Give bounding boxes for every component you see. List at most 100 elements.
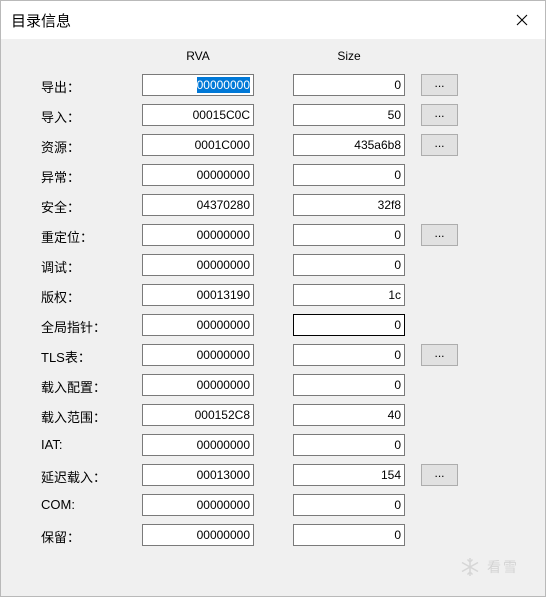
details-button[interactable]: ... — [421, 74, 458, 96]
details-button[interactable]: ... — [421, 344, 458, 366]
directory-row: 版权： 00013190 1c — [1, 284, 546, 306]
rva-field[interactable]: 00000000 — [142, 434, 254, 456]
directory-row: 安全： 04370280 32f8 — [1, 194, 546, 216]
size-field[interactable]: 0 — [293, 164, 405, 186]
directory-row-label: 版权： — [41, 290, 81, 305]
directory-row: 保留： 00000000 0 — [1, 524, 546, 546]
directory-row: 资源： 0001C000 435a6b8... — [1, 134, 546, 156]
rva-value: 04370280 — [196, 198, 250, 212]
rva-field[interactable]: 00013190 — [142, 284, 254, 306]
rva-value: 00000000 — [196, 168, 250, 182]
size-value: 435a6b8 — [354, 138, 401, 152]
directory-row: COM: 00000000 0 — [1, 494, 546, 516]
rva-value: 00000000 — [196, 258, 250, 272]
size-field[interactable]: 0 — [293, 74, 405, 96]
rva-field[interactable]: 00000000 — [142, 164, 254, 186]
size-field[interactable]: 435a6b8 — [293, 134, 405, 156]
rva-value: 00000000 — [196, 348, 250, 362]
size-field[interactable]: 0 — [293, 254, 405, 276]
rva-field[interactable]: 00000000 — [142, 314, 254, 336]
size-value: 0 — [394, 378, 401, 392]
directory-row-label: 资源： — [41, 140, 81, 155]
details-button[interactable]: ... — [421, 464, 458, 486]
size-field[interactable]: 0 — [293, 494, 405, 516]
size-value: 0 — [394, 348, 401, 362]
column-header-rva: RVA — [186, 49, 210, 63]
rva-field[interactable]: 00000000 — [142, 374, 254, 396]
size-value: 0 — [394, 228, 401, 242]
directory-row-label: 异常： — [41, 170, 81, 185]
directory-row-label: COM: — [41, 497, 75, 512]
size-value: 0 — [394, 528, 401, 542]
directory-row-label: 调试： — [41, 260, 81, 275]
rva-value: 00000000 — [196, 528, 250, 542]
rva-value: 00000000 — [196, 77, 250, 93]
rva-field[interactable]: 00015C0C — [142, 104, 254, 126]
directory-row: 重定位： 00000000 0... — [1, 224, 546, 246]
rva-value: 00000000 — [196, 378, 250, 392]
size-field[interactable]: 0 — [293, 224, 405, 246]
size-field[interactable]: 32f8 — [293, 194, 405, 216]
rva-value: 00000000 — [196, 438, 250, 452]
directory-row-label: 导入： — [41, 110, 81, 125]
size-field[interactable]: 0 — [293, 434, 405, 456]
title-bar: 目录信息 — [1, 1, 545, 39]
rva-field[interactable]: 00000000 — [142, 224, 254, 246]
directory-row: 全局指针： 00000000 0 — [1, 314, 546, 336]
size-value: 0 — [394, 168, 401, 182]
directory-row: 调试： 00000000 0 — [1, 254, 546, 276]
size-value: 50 — [387, 108, 401, 122]
close-button[interactable] — [499, 1, 545, 39]
directory-row: 载入范围： 000152C8 40 — [1, 404, 546, 426]
rva-field[interactable]: 00013000 — [142, 464, 254, 486]
details-button[interactable]: ... — [421, 224, 458, 246]
directory-row-label: 重定位： — [41, 230, 94, 245]
rva-field[interactable]: 04370280 — [142, 194, 254, 216]
rva-field[interactable]: 00000000 — [142, 254, 254, 276]
rva-value: 00000000 — [196, 318, 250, 332]
size-value: 0 — [394, 258, 401, 272]
watermark-text: 看雪 — [487, 559, 519, 575]
rva-value: 00000000 — [196, 498, 250, 512]
rva-field[interactable]: 00000000 — [142, 74, 254, 96]
rva-value: 00013190 — [196, 288, 250, 302]
directory-row-label: 载入配置： — [41, 380, 107, 395]
rva-field[interactable]: 00000000 — [142, 494, 254, 516]
details-button[interactable]: ... — [421, 134, 458, 156]
rva-field[interactable]: 000152C8 — [142, 404, 254, 426]
size-field[interactable]: 0 — [293, 374, 405, 396]
directory-row-label: 保留： — [41, 530, 81, 545]
size-value: 40 — [387, 408, 401, 422]
directory-row: 导入： 00015C0C 50... — [1, 104, 546, 126]
directory-info-window: 目录信息 RVA Size 导出： 00000000 0... 导入： 00015C0C… — [0, 0, 546, 597]
rva-value: 00013000 — [196, 468, 250, 482]
size-field[interactable]: 0 — [293, 314, 405, 336]
directory-row: TLS表： 00000000 0... — [1, 344, 546, 366]
directory-row: 延迟载入： 00013000 154... — [1, 464, 546, 486]
rva-field[interactable]: 00000000 — [142, 524, 254, 546]
size-field[interactable]: 50 — [293, 104, 405, 126]
directory-row-label: 全局指针： — [41, 320, 107, 335]
directory-row-label: 安全： — [41, 200, 81, 215]
directory-row: 导出： 00000000 0... — [1, 74, 546, 96]
column-header-size: Size — [337, 49, 361, 63]
size-value: 0 — [394, 438, 401, 452]
directory-row-label: 导出： — [41, 80, 81, 95]
directory-row: IAT: 00000000 0 — [1, 434, 546, 456]
details-button[interactable]: ... — [421, 104, 458, 126]
size-field[interactable]: 40 — [293, 404, 405, 426]
close-icon — [516, 14, 528, 26]
size-field[interactable]: 154 — [293, 464, 405, 486]
size-field[interactable]: 0 — [293, 344, 405, 366]
directory-row: 异常： 00000000 0 — [1, 164, 546, 186]
size-field[interactable]: 1c — [293, 284, 405, 306]
size-field[interactable]: 0 — [293, 524, 405, 546]
directory-row-label: IAT: — [41, 437, 63, 452]
rva-field[interactable]: 00000000 — [142, 344, 254, 366]
size-value: 32f8 — [377, 198, 401, 212]
directory-row-label: 延迟载入： — [41, 470, 107, 485]
rva-value: 000152C8 — [194, 408, 250, 422]
rva-field[interactable]: 0001C000 — [142, 134, 254, 156]
size-value: 0 — [394, 498, 401, 512]
rva-value: 00000000 — [196, 228, 250, 242]
